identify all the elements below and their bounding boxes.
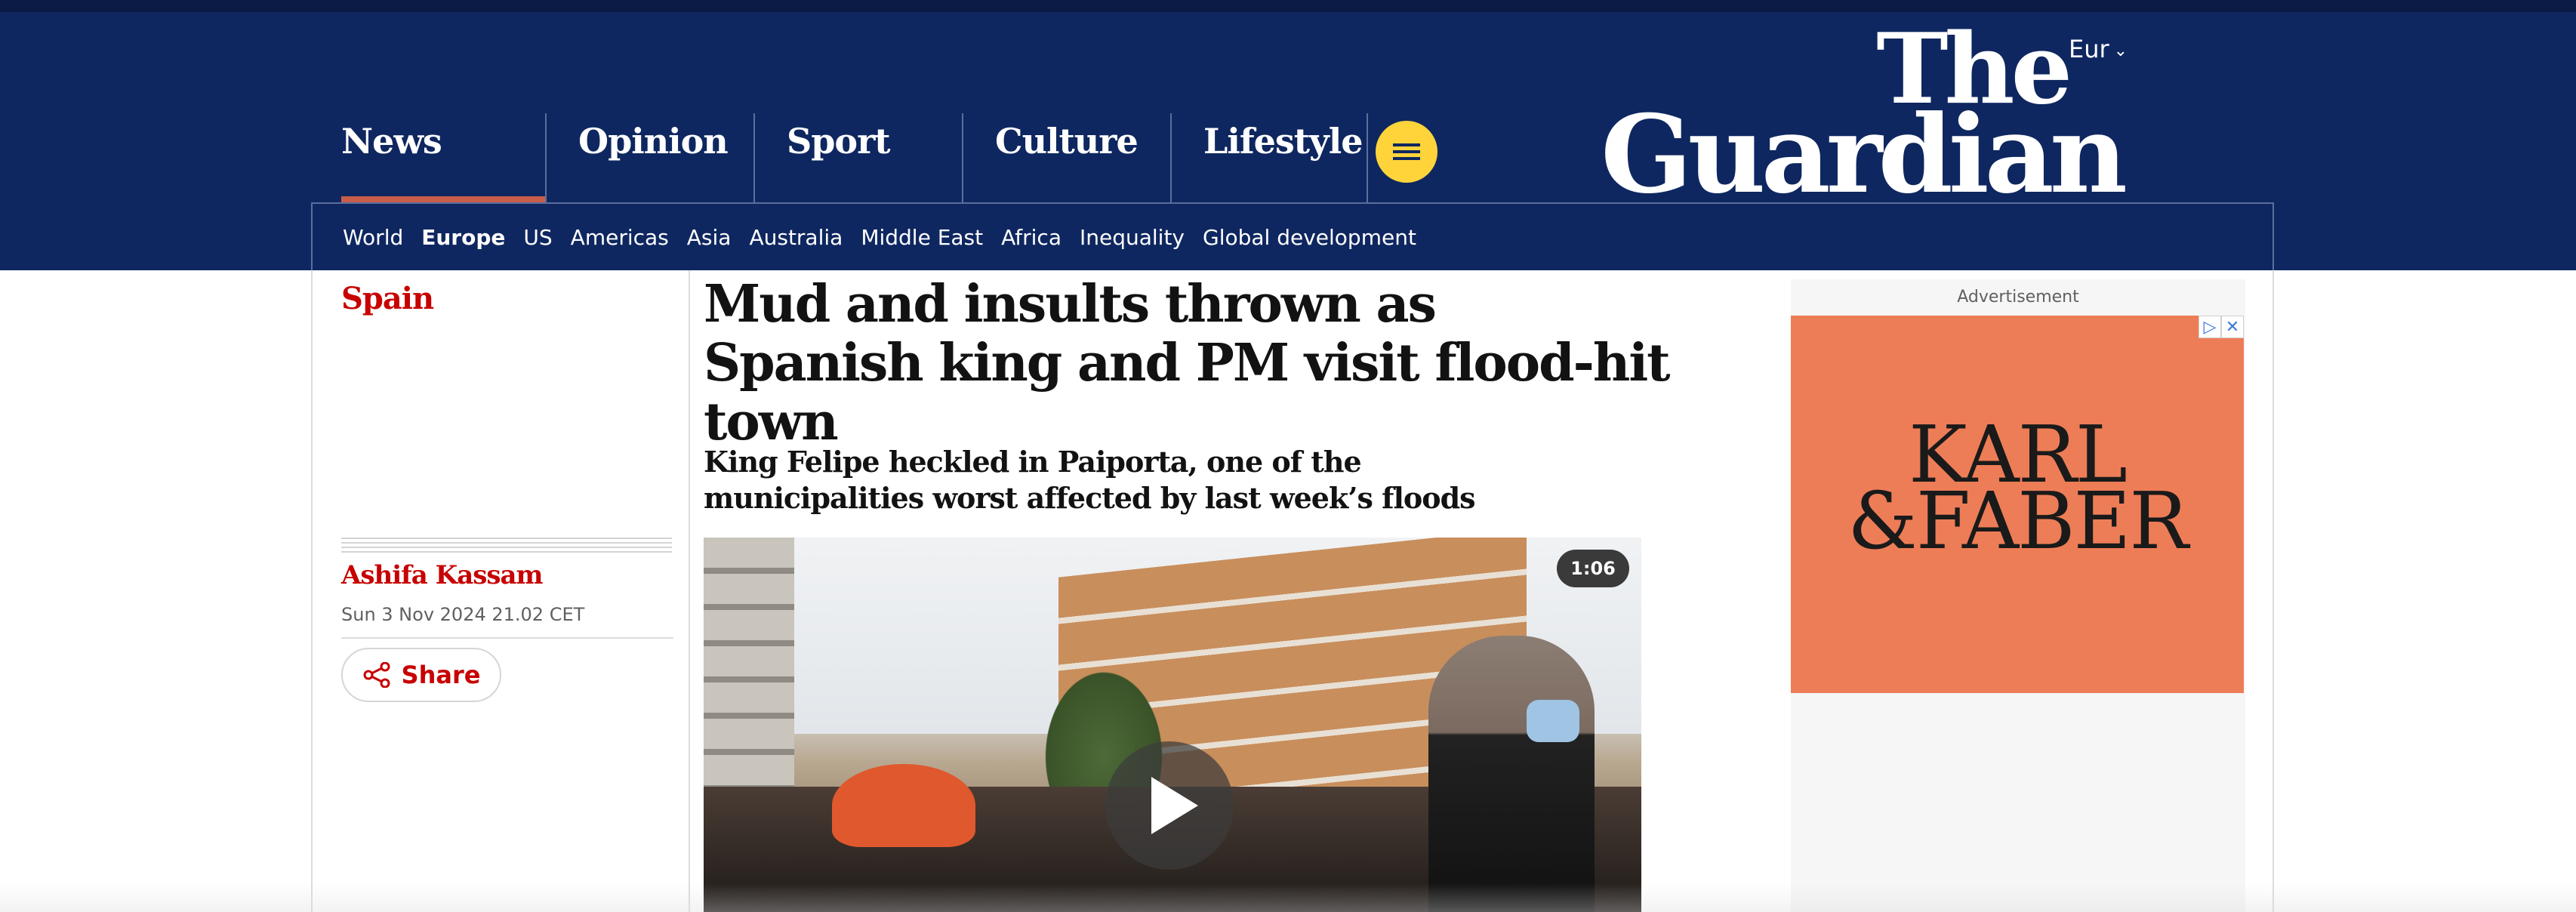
article-headline: Mud and insults thrown as Spanish king a… (704, 274, 1671, 452)
top-strip (0, 0, 2576, 12)
pillar-label: Opinion (578, 121, 729, 162)
pillar-nav: News Opinion Sport Culture Lifestyle (310, 113, 1379, 202)
author-link[interactable]: Ashifa Kassam (341, 560, 544, 590)
share-icon (363, 662, 390, 688)
pillar-news[interactable]: News (310, 113, 545, 202)
subnav-item-americas[interactable]: Americas (571, 225, 669, 250)
ad-controls: ▷ ✕ (2199, 316, 2244, 338)
hamburger-icon (1393, 143, 1420, 160)
meta-divider-lines (341, 538, 672, 554)
pillar-label: Sport (787, 121, 891, 162)
menu-button[interactable] (1376, 121, 1437, 183)
play-button[interactable] (1105, 741, 1234, 870)
publish-date: Sun 3 Nov 2024 21.02 CET (341, 604, 585, 625)
advert-brand-line-2: &FABER (1847, 475, 2188, 567)
pillar-culture[interactable]: Culture (962, 113, 1170, 202)
page-frame-right (2272, 270, 2274, 912)
subnav-item-europe[interactable]: Europe (421, 225, 505, 250)
advert-label: Advertisement (1957, 287, 2079, 307)
video-duration-badge: 1:06 (1557, 550, 1629, 587)
close-icon[interactable]: ✕ (2221, 316, 2244, 338)
active-pillar-underline (341, 196, 545, 202)
pillar-label: Lifestyle (1203, 121, 1363, 162)
adchoices-icon[interactable]: ▷ (2199, 316, 2221, 338)
video-frame-man (1428, 636, 1595, 912)
pillar-lifestyle[interactable]: Lifestyle (1170, 113, 1379, 202)
pillar-label: Culture (995, 121, 1139, 162)
subnav-item-us[interactable]: US (523, 225, 552, 250)
subnav-item-global-development[interactable]: Global development (1203, 225, 1416, 250)
section-link[interactable]: Spain (341, 281, 434, 316)
share-button[interactable]: Share (341, 648, 501, 702)
bottom-shadow (0, 883, 2576, 912)
play-icon (1151, 777, 1198, 834)
column-divider (689, 270, 690, 912)
video-frame-umbrella (832, 764, 975, 847)
pillar-sport[interactable]: Sport (753, 113, 962, 202)
subnav-item-australia[interactable]: Australia (749, 225, 843, 250)
subnav-item-world[interactable]: World (343, 225, 403, 250)
page-frame-left (311, 270, 313, 912)
pillar-opinion[interactable]: Opinion (545, 113, 753, 202)
pillar-label: News (341, 121, 442, 162)
subnav: World Europe US Americas Asia Australia … (311, 202, 2274, 270)
video-frame-face-mask (1527, 700, 1579, 742)
pillar-divider (1367, 113, 1368, 202)
subnav-item-middle-east[interactable]: Middle East (861, 225, 983, 250)
logo-line-2: Guardian (1601, 92, 2128, 217)
advert-banner[interactable]: ▷ ✕ KARL &FABER (1791, 316, 2244, 693)
share-label: Share (401, 661, 481, 689)
advert-brand-logo: KARL &FABER (1791, 415, 2244, 567)
subnav-item-asia[interactable]: Asia (687, 225, 732, 250)
meta-divider (341, 637, 673, 639)
subnav-item-africa[interactable]: Africa (1001, 225, 1062, 250)
subnav-item-inequality[interactable]: Inequality (1080, 225, 1185, 250)
article-standfirst: King Felipe heckled in Paiporta, one of … (704, 445, 1476, 515)
guardian-logo[interactable]: The Guardian (1601, 21, 2129, 208)
